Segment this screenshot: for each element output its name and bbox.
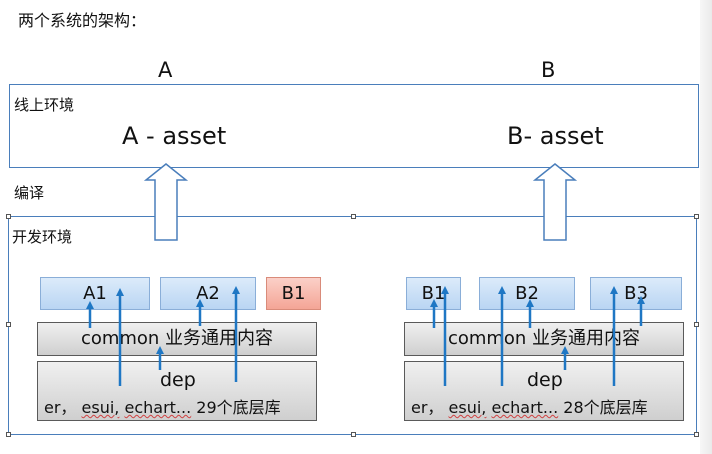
arrows-overlay (86, 163, 645, 386)
compile-arrow-b (532, 163, 578, 241)
compile-arrow-a (143, 163, 189, 241)
dependency-arrows-left (86, 286, 240, 386)
dependency-arrows-right (430, 286, 645, 386)
vertical-scrollbar[interactable] (700, 0, 712, 454)
